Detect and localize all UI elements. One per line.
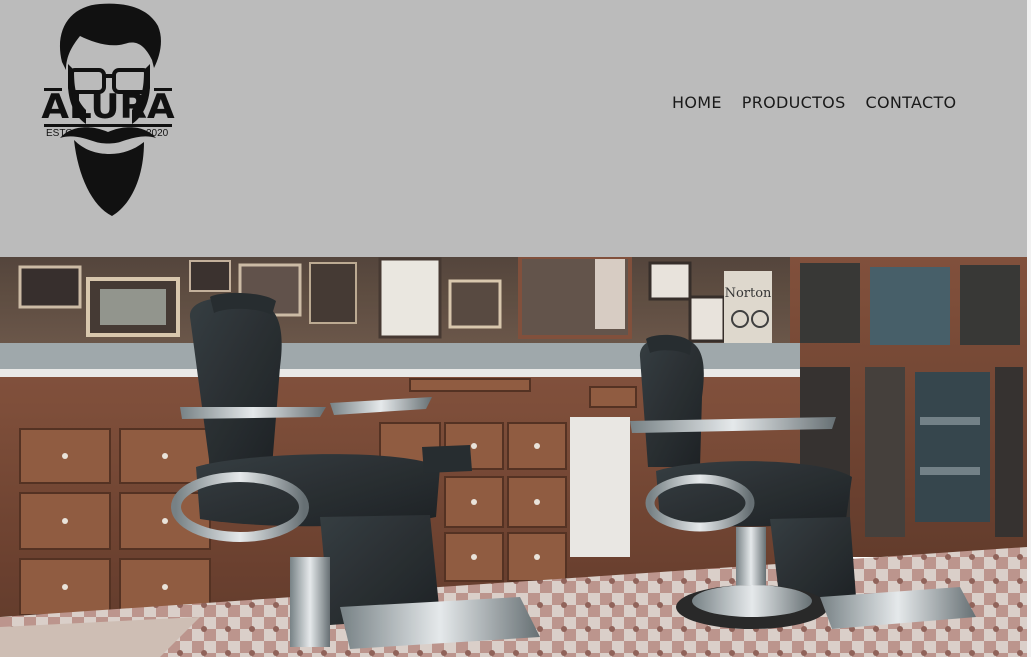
brand-wordmark: ALURA [41, 87, 175, 127]
main-nav: HOME PRODUCTOS CONTACTO [672, 92, 956, 114]
barbershop-photo: Norton [0, 257, 1027, 657]
brand-year-label: 2020 [146, 128, 169, 139]
site-header: ALURA ESTO 2020 HOME PRODUCTOS CONTACTO [0, 0, 1027, 257]
page-edge [1027, 0, 1031, 657]
hero-banner-image: Norton [0, 257, 1027, 657]
brand-logo[interactable]: ALURA ESTO 2020 [40, 0, 176, 222]
nav-link-productos[interactable]: PRODUCTOS [742, 92, 846, 114]
nav-link-home[interactable]: HOME [672, 92, 722, 114]
nav-link-contacto[interactable]: CONTACTO [866, 92, 957, 114]
brand-est-label: ESTO [46, 128, 74, 139]
